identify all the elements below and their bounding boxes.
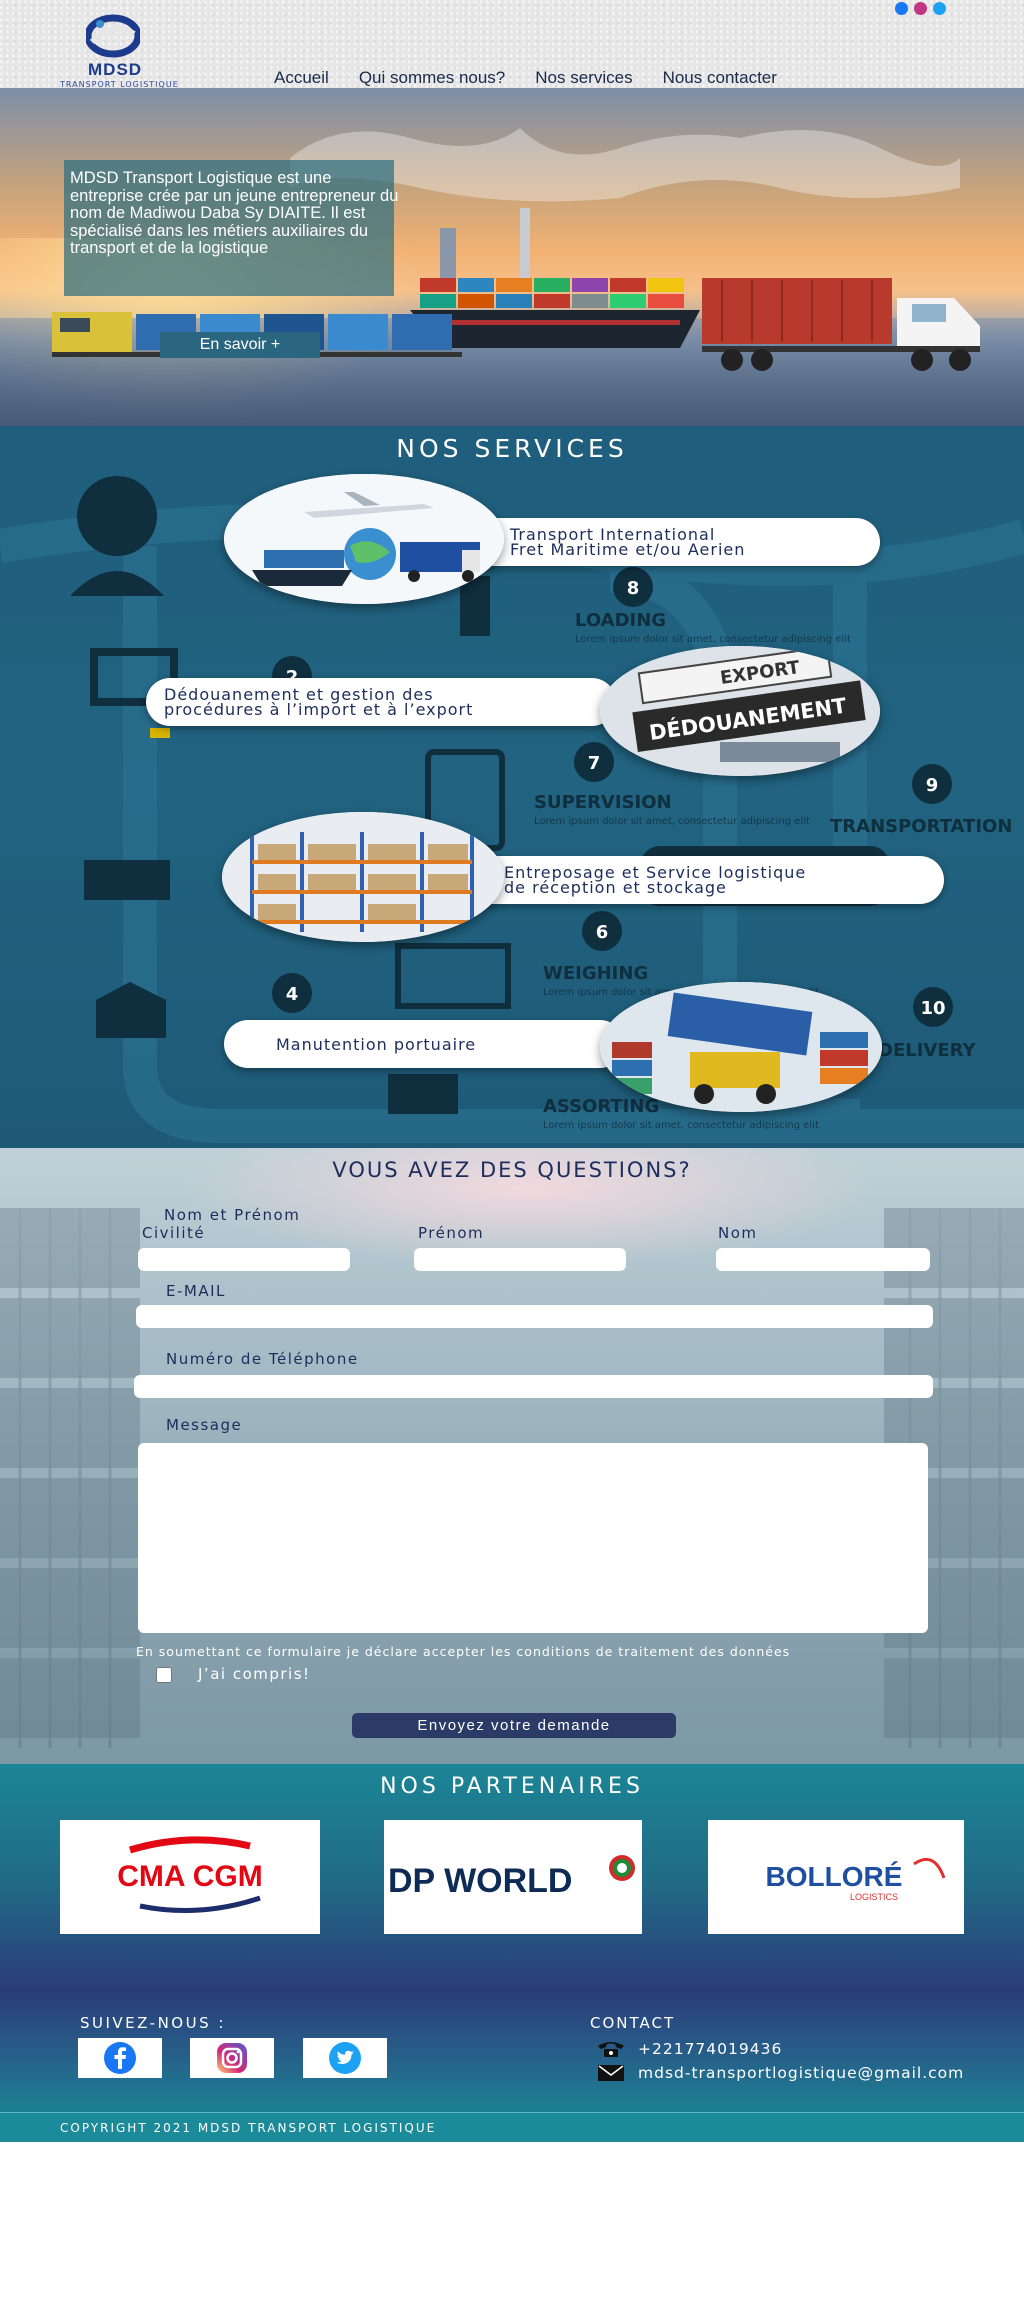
service-pill-transport[interactable]: Transport International Fret Maritime et…	[470, 518, 880, 566]
phone-icon	[598, 2042, 624, 2057]
logo-name: MDSD	[88, 60, 143, 79]
service-label-line2: de réception et stockage	[504, 878, 727, 897]
learn-more-button[interactable]: En savoir +	[160, 332, 320, 358]
step-label: WEIGHING	[543, 963, 648, 984]
step-number: 7	[588, 753, 601, 774]
step-number: 4	[286, 984, 299, 1005]
bollore-logo: BOLLORÉ LOGISTICS	[766, 1857, 946, 1902]
partners-title: NOS PARTENAIRES	[380, 1774, 644, 1799]
nav-item-services[interactable]: Nos services	[535, 68, 632, 88]
contact-title: CONTACT	[590, 2014, 676, 2032]
civility-label: Civilité	[142, 1224, 206, 1242]
service-label-line2: procédures à l’import et à l’export	[164, 700, 474, 719]
logo-mark-icon	[86, 14, 140, 58]
firstname-input[interactable]	[414, 1248, 626, 1271]
partner-dp-world[interactable]: DP WORLD	[384, 1820, 642, 1934]
service-image-transport	[224, 474, 504, 604]
instagram-icon	[217, 2043, 247, 2073]
service-label-line2: Fret Maritime et/ou Aerien	[510, 540, 746, 559]
facebook-icon	[104, 2042, 136, 2074]
mail-icon	[598, 2065, 624, 2081]
twitter-icon	[329, 2042, 361, 2074]
truck-image	[702, 278, 980, 371]
submit-button[interactable]: Envoyez votre demande	[352, 1713, 676, 1738]
service-image-customs: EXPORT DÉDOUANEMENT	[600, 646, 880, 776]
contact-form-title: VOUS AVEZ DES QUESTIONS?	[332, 1158, 692, 1182]
lorem-text: Lorem ipsum dolor sit amet, consectetur …	[575, 634, 851, 645]
service-label-line1: Manutention portuaire	[276, 1034, 477, 1054]
consent-checkbox-label: J’ai compris!	[198, 1665, 311, 1683]
contact-email[interactable]: mdsd-transportlogistique@gmail.com	[596, 2064, 964, 2082]
hero-description: MDSD Transport Logistique est une entrep…	[70, 169, 399, 257]
service-pill-port-handling[interactable]: Manutention portuaire	[224, 1020, 624, 1068]
lorem-text: Lorem ipsum dolor sit amet, consectetur …	[534, 816, 810, 827]
twitter-link[interactable]	[303, 2038, 387, 2078]
service-image-warehousing	[222, 812, 504, 942]
facebook-icon[interactable]	[895, 2, 908, 15]
site-footer: COPYRIGHT 2021 MDSD TRANSPORT LOGISTIQUE	[0, 2112, 1024, 2142]
step-number: 9	[926, 775, 939, 796]
follow-us-title: SUIVEZ-NOUS :	[80, 2014, 226, 2032]
consent-text: En soumettant ce formulaire je déclare a…	[136, 1644, 791, 1659]
step-label: DELIVERY	[878, 1040, 977, 1061]
partner-bollore[interactable]: BOLLORÉ LOGISTICS	[708, 1820, 964, 1934]
instagram-icon[interactable]	[914, 2, 927, 15]
contact-phone[interactable]: +221774019436	[596, 2040, 782, 2058]
phone-number: +221774019436	[638, 2040, 783, 2058]
step-label: SUPERVISION	[534, 792, 672, 813]
firstname-label: Prénom	[418, 1224, 485, 1242]
lorem-text: Lorem ipsum dolor sit amet, consectetur …	[543, 1120, 819, 1131]
copyright-text: COPYRIGHT 2021 MDSD TRANSPORT LOGISTIQUE	[60, 2121, 437, 2135]
step-label: ASSORTING	[543, 1096, 659, 1117]
nav-item-about[interactable]: Qui sommes nous?	[359, 68, 505, 88]
email-label: E-MAIL	[166, 1282, 226, 1300]
partner-name-text: DP WORLD	[388, 1862, 572, 1900]
step-number: 10	[920, 998, 945, 1019]
facebook-link[interactable]	[78, 2038, 162, 2078]
partner-name-text: BOLLORÉ	[766, 1861, 903, 1892]
lastname-input[interactable]	[716, 1248, 930, 1271]
civility-input[interactable]	[138, 1248, 350, 1271]
step-label: LOADING	[575, 610, 666, 631]
phone-label: Numéro de Téléphone	[166, 1350, 359, 1368]
site-header: MDSD TRANSPORT LOGISTIQUE Accueil Qui so…	[0, 0, 1024, 89]
hero-banner: MDSD Transport Logistique est une entrep…	[0, 88, 1024, 426]
services-section: 8 LOADING 7 SUPERVISION 9 TRANSPORTATION…	[0, 426, 1024, 1148]
consent-checkbox[interactable]	[146, 1667, 182, 1683]
instagram-link[interactable]	[190, 2038, 274, 2078]
email-field[interactable]	[136, 1305, 933, 1328]
service-image-port-handling	[600, 982, 882, 1112]
partner-subname-text: LOGISTICS	[850, 1892, 898, 1902]
nav-item-accueil[interactable]: Accueil	[274, 68, 329, 88]
contact-form-section: VOUS AVEZ DES QUESTIONS? Nom et Prénom C…	[0, 1148, 1024, 1764]
step-number: 6	[596, 922, 609, 943]
nav-item-contact[interactable]: Nous contacter	[663, 68, 777, 88]
twitter-icon[interactable]	[933, 2, 946, 15]
service-pill-warehousing[interactable]: Entreposage et Service logistique de réc…	[470, 856, 944, 904]
lastname-label: Nom	[718, 1224, 758, 1242]
phone-field[interactable]	[134, 1375, 933, 1398]
message-label: Message	[166, 1416, 243, 1434]
cma-cgm-logo: CMA CGM	[117, 1836, 263, 1913]
partner-cma-cgm[interactable]: CMA CGM	[60, 1820, 320, 1934]
name-group-label: Nom et Prénom	[164, 1206, 301, 1224]
step-label: TRANSPORTATION	[830, 816, 1012, 837]
message-textarea[interactable]	[138, 1443, 928, 1633]
header-social-icons	[895, 2, 946, 15]
service-pill-customs[interactable]: Dédouanement et gestion des procédures à…	[146, 678, 616, 726]
email-address: mdsd-transportlogistique@gmail.com	[638, 2064, 965, 2082]
partner-name-text: CMA CGM	[117, 1860, 263, 1893]
services-title: NOS SERVICES	[396, 434, 628, 463]
logo[interactable]: MDSD TRANSPORT LOGISTIQUE	[58, 10, 218, 89]
main-nav: Accueil Qui sommes nous? Nos services No…	[274, 68, 777, 88]
step-number: 8	[627, 578, 640, 599]
partners-section: NOS PARTENAIRES CMA CGM DP WORLD BOLLORÉ…	[0, 1764, 1024, 2112]
dp-world-logo: DP WORLD	[388, 1855, 635, 1900]
